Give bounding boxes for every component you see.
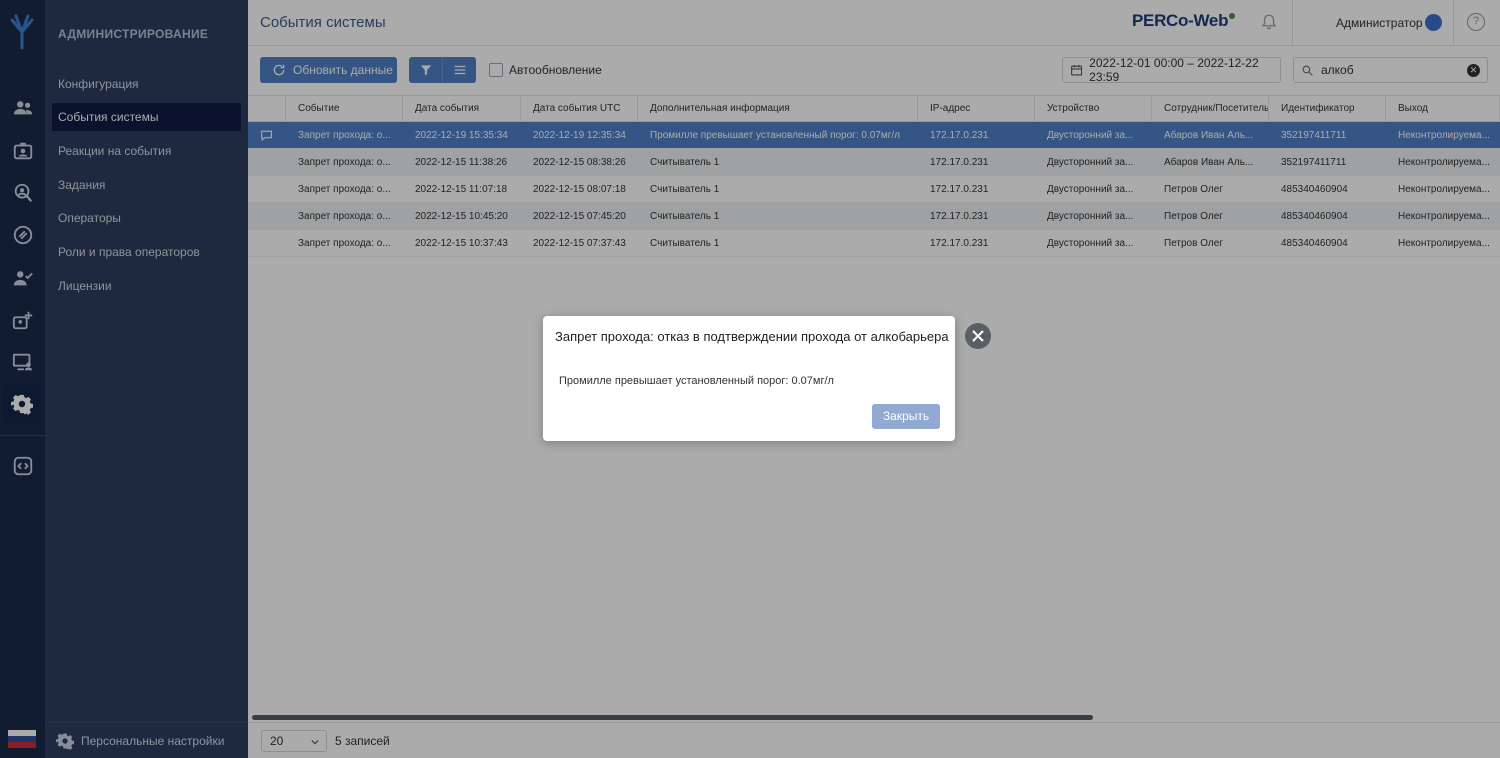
- close-icon[interactable]: [965, 323, 991, 349]
- event-details-dialog: Запрет прохода: отказ в подтверждении пр…: [543, 316, 955, 441]
- dialog-message: Промилле превышает установленный порог: …: [559, 375, 834, 387]
- dialog-close-button[interactable]: Закрыть: [872, 404, 940, 429]
- dialog-title: Запрет прохода: отказ в подтверждении пр…: [555, 329, 949, 344]
